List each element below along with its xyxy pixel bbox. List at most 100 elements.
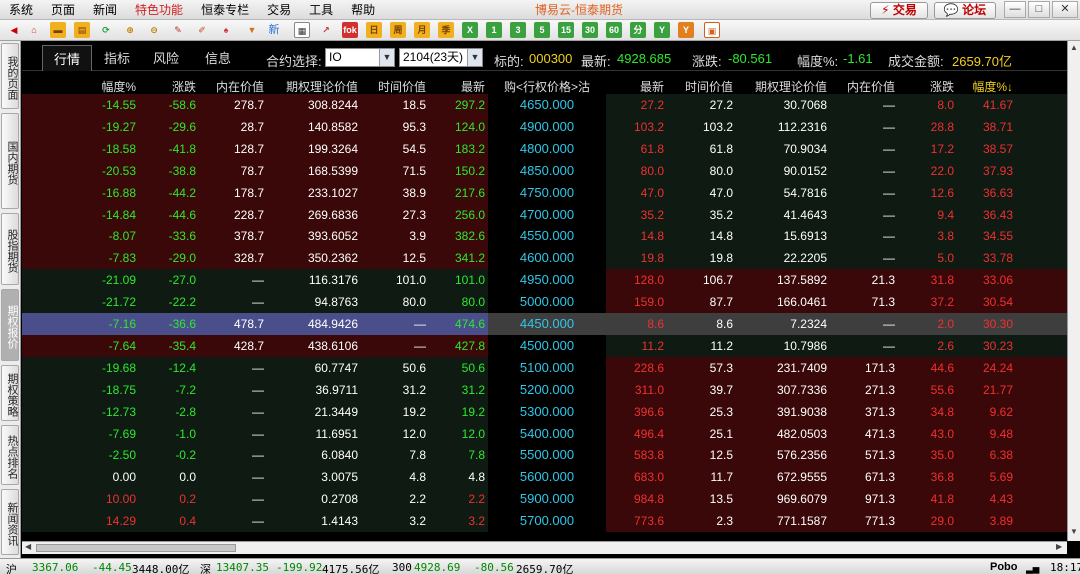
vertical-scrollbar[interactable]: ▲ ▼ — [1067, 41, 1080, 541]
col-call-time-value[interactable]: 时间价值 — [360, 78, 426, 95]
col-call-pct[interactable]: 幅度% — [62, 78, 136, 95]
close-button[interactable]: ✕ — [1052, 1, 1078, 18]
tb-x[interactable]: X — [462, 22, 478, 38]
tb-60min[interactable]: 60 — [606, 22, 622, 38]
tb-fok[interactable]: fok — [342, 22, 358, 38]
col-call-last[interactable]: 最新 — [428, 78, 485, 95]
table-row[interactable]: -7.83 -29.0 328.7 350.2362 12.5 341.2 4600.000… — [22, 247, 1067, 270]
zoom-in-icon[interactable]: ⊕ — [122, 22, 138, 38]
side-tab-domestic-futures[interactable]: 国内期货 — [1, 113, 19, 209]
tab-quotes[interactable]: 行情 — [42, 45, 93, 71]
table-row[interactable]: -20.53 -38.8 78.7 168.5399 71.5 150.2 4850.000… — [22, 159, 1067, 182]
side-tab-my-page[interactable]: 我的页面 — [1, 43, 19, 109]
table-row[interactable]: -18.58 -41.8 128.7 199.3264 54.5 183.2 4800.00… — [22, 137, 1067, 160]
pen-icon[interactable]: ✐ — [194, 22, 210, 38]
menu-news[interactable]: 新闻 — [84, 0, 126, 20]
put-theoretical: 307.7336 — [776, 382, 827, 397]
tb-15min[interactable]: 15 — [558, 22, 574, 38]
folder-icon[interactable]: ▬ — [50, 22, 66, 38]
tb-y[interactable]: Y — [654, 22, 670, 38]
table-row[interactable]: -7.64 -35.4 428.7 438.6106 — 427.8 4500.000 11.… — [22, 334, 1067, 357]
tab-risk[interactable]: 风险 — [153, 48, 179, 67]
side-tab-index-futures[interactable]: 股指期货 — [1, 213, 19, 285]
back-icon[interactable]: ◀ — [6, 22, 22, 38]
menu-tools[interactable]: 工具 — [300, 0, 342, 20]
table-row[interactable]: -7.69 -1.0—11.6951 12.0 12.0 5400.000 496.4 25… — [22, 422, 1067, 445]
call-last: 2.2 — [468, 492, 485, 507]
col-put-last[interactable]: 最新 — [606, 78, 664, 95]
col-put-time-value[interactable]: 时间价值 — [667, 78, 733, 95]
book-icon[interactable]: ▤ — [74, 22, 90, 38]
table-row[interactable]: 0.00 0.0—3.0075 4.8 4.8 5600.000 683.0 11.7 672… — [22, 466, 1067, 489]
horizontal-scrollbar[interactable]: ◀ ▶ — [22, 541, 1067, 554]
table-row[interactable]: -14.84 -44.6 228.7 269.6836 27.3 256.0 4700.00… — [22, 203, 1067, 226]
tab-indicators[interactable]: 指标 — [104, 48, 130, 67]
table-row[interactable]: -8.07 -33.6 378.7 393.6052 3.9 382.6 4550.000 1… — [22, 225, 1067, 248]
col-put-theoretical[interactable]: 期权理论价值 — [735, 78, 827, 95]
tb-30min[interactable]: 30 — [582, 22, 598, 38]
table-row[interactable]: -7.16 -36.6 478.7 484.9426 — 474.6 4450.000 8.6… — [22, 313, 1067, 335]
filter-icon[interactable]: ▼ — [244, 22, 260, 38]
table-row[interactable]: -21.72 -22.2—94.8763 80.0 80.0 5000.000 159.0… — [22, 291, 1067, 314]
tb-year[interactable]: Y — [678, 22, 694, 38]
tb-minute[interactable]: 分 — [630, 22, 646, 38]
tab-info[interactable]: 信息 — [205, 48, 231, 67]
side-tab-option-quotes[interactable]: 期权报价 — [1, 289, 19, 361]
tb-1min[interactable]: 1 — [486, 22, 502, 38]
scroll-up-icon[interactable]: ▲ — [1069, 43, 1079, 53]
scroll-right-icon[interactable]: ▶ — [1056, 542, 1062, 551]
forum-button[interactable]: 💬 论坛 — [934, 2, 996, 19]
menu-page[interactable]: 页面 — [42, 0, 84, 20]
col-call-change[interactable]: 涨跌 — [140, 78, 196, 95]
tb-day[interactable]: 日 — [366, 22, 382, 38]
menu-hengtai-column[interactable]: 恒泰专栏 — [192, 0, 258, 20]
table-view-icon[interactable]: ▦ — [294, 22, 310, 38]
minimize-button[interactable]: — — [1004, 1, 1026, 18]
scroll-thumb[interactable] — [36, 544, 236, 552]
table-row[interactable]: -21.09 -27.0—116.3176 101.0 101.0 4950.000 12… — [22, 269, 1067, 292]
tb-3min[interactable]: 3 — [510, 22, 526, 38]
scroll-left-icon[interactable]: ◀ — [25, 542, 31, 551]
refresh-icon[interactable]: ⟳ — [98, 22, 114, 38]
col-strike[interactable]: 购<行权价格>沽 — [488, 78, 606, 95]
menu-system[interactable]: 系统 — [0, 0, 42, 20]
brush-icon[interactable]: ✎ — [170, 22, 186, 38]
table-row[interactable]: -12.73 -2.8—21.3449 19.2 19.2 5300.000 396.6 2… — [22, 400, 1067, 423]
bell-icon[interactable]: ♠ — [218, 22, 234, 38]
tb-month[interactable]: 月 — [414, 22, 430, 38]
col-put-pct-sorted[interactable]: 幅度%↓ — [957, 78, 1013, 95]
trade-button[interactable]: ⚡ 交易 — [870, 2, 928, 19]
home-icon[interactable]: ⌂ — [26, 22, 42, 38]
col-put-change[interactable]: 涨跌 — [898, 78, 954, 95]
put-last: 35.2 — [640, 207, 664, 222]
table-row[interactable]: -19.68 -12.4—60.7747 50.6 50.6 5100.000 228.6… — [22, 356, 1067, 379]
col-call-theoretical[interactable]: 期权理论价值 — [266, 78, 358, 95]
table-row[interactable]: -2.50 -0.2—6.0840 7.8 7.8 5500.000 583.8 12.5 5… — [22, 444, 1067, 467]
zoom-out-icon[interactable]: ⊖ — [146, 22, 162, 38]
menu-help[interactable]: 帮助 — [342, 0, 384, 20]
side-tab-hot-ranking[interactable]: 热点排名 — [1, 425, 19, 485]
month-select[interactable]: 2104(23天) ▼ — [399, 48, 483, 67]
col-call-intrinsic[interactable]: 内在价值 — [198, 78, 264, 95]
table-row[interactable]: -14.55 -58.6 278.7 308.8244 18.5 297.2 4650.00… — [22, 94, 1067, 116]
put-change: 36.8 — [930, 470, 954, 485]
side-tab-option-strategy[interactable]: 期权策略 — [1, 365, 19, 421]
new-button[interactable]: 新 — [266, 22, 282, 38]
tb-week[interactable]: 周 — [390, 22, 406, 38]
chart-icon[interactable]: ↗ — [318, 22, 334, 38]
tb-5min[interactable]: 5 — [534, 22, 550, 38]
table-row[interactable]: 10.00 0.2—0.2708 2.2 2.2 5900.000 984.8 13.5 96… — [22, 488, 1067, 511]
table-row[interactable]: -18.75 -7.2—36.9711 31.2 31.2 5200.000 311.0 3… — [22, 378, 1067, 401]
side-tab-news[interactable]: 新闻资讯 — [1, 489, 19, 555]
menu-trade[interactable]: 交易 — [258, 0, 300, 20]
maximize-button[interactable]: □ — [1028, 1, 1050, 18]
contract-select[interactable]: IO ▼ — [325, 48, 395, 67]
table-row[interactable]: 14.29 0.4—1.4143 3.2 3.2 5700.000 773.6 2.3 771… — [22, 510, 1067, 533]
col-put-intrinsic[interactable]: 内在价值 — [829, 78, 895, 95]
table-row[interactable]: -16.88 -44.2 178.7 233.1027 38.9 217.6 4750.00… — [22, 181, 1067, 204]
table-row[interactable]: -19.27 -29.6 28.7 140.8582 95.3 124.0 4900.000… — [22, 115, 1067, 138]
scroll-down-icon[interactable]: ▼ — [1069, 527, 1079, 537]
calculator-icon[interactable]: ▣ — [704, 22, 720, 38]
menu-features[interactable]: 特色功能 — [126, 0, 192, 20]
tb-quarter[interactable]: 季 — [438, 22, 454, 38]
